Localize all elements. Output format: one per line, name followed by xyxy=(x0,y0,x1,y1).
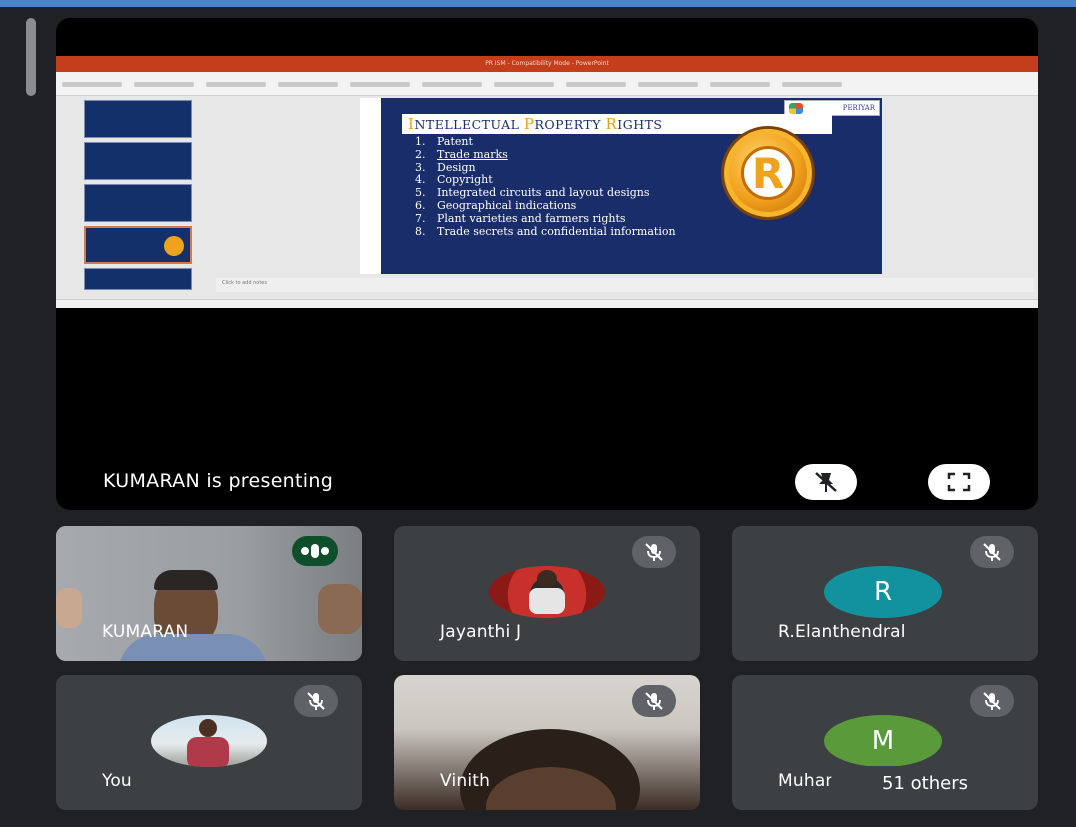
list-item-number: 6. xyxy=(415,198,426,212)
list-item-text: Geographical indications xyxy=(437,198,577,212)
shared-screen: PR ISM - Compatibility Mode - PowerPoint… xyxy=(56,56,1038,308)
participant-avatar-photo xyxy=(489,566,605,618)
list-item-text: Design xyxy=(437,160,476,174)
heading-accent-letter: R xyxy=(605,115,618,133)
participant-avatar-photo xyxy=(151,715,267,767)
registered-trademark-icon: R xyxy=(724,129,812,217)
powerpoint-ribbon xyxy=(56,72,1038,96)
slide-canvas: PERIYAR INTELLECTUAL PROPERTY RIGHTS 1. P… xyxy=(360,98,882,274)
mic-off-icon xyxy=(632,536,676,568)
participant-tile-jayanthi[interactable]: Jayanthi J xyxy=(394,526,700,661)
slide-thumbnail xyxy=(84,100,192,138)
powerpoint-title-bar: PR ISM - Compatibility Mode - PowerPoint xyxy=(56,56,1038,72)
speaking-indicator-icon xyxy=(292,536,338,566)
list-item-number: 2. xyxy=(415,147,426,161)
window-top-bar xyxy=(0,0,1076,7)
list-item-text: Patent xyxy=(437,135,473,148)
participant-tile-kumaran[interactable]: KUMARAN xyxy=(56,526,362,661)
slide-thumbnail xyxy=(84,184,192,222)
heading-accent-letter: P xyxy=(523,115,535,133)
slide-thumbnails xyxy=(78,98,216,294)
list-item-text: Trade marks xyxy=(437,147,508,161)
participant-tile-vinith[interactable]: Vinith xyxy=(394,675,700,810)
unpin-icon xyxy=(815,472,837,492)
slide-thumbnail-selected xyxy=(84,226,192,264)
fullscreen-button[interactable] xyxy=(928,464,990,500)
participant-name: Jayanthi J xyxy=(440,622,522,642)
participant-name: You xyxy=(102,771,132,791)
participant-name: R.Elanthendral xyxy=(778,622,906,642)
current-slide: PERIYAR INTELLECTUAL PROPERTY RIGHTS 1. P… xyxy=(381,98,882,274)
presenting-label: KUMARAN is presenting xyxy=(103,470,334,492)
participant-name: Vinith xyxy=(440,771,491,791)
heading-text: NTELLECTUAL xyxy=(414,117,524,132)
unpin-button[interactable] xyxy=(795,464,857,500)
others-count-button[interactable]: 51 others xyxy=(830,766,1020,802)
list-item-text: Plant varieties and farmers rights xyxy=(437,211,626,225)
participant-name: KUMARAN xyxy=(102,622,189,642)
slide-thumbnail xyxy=(84,142,192,180)
mic-off-icon xyxy=(970,685,1014,717)
powerpoint-status-bar xyxy=(56,299,1038,308)
list-item-text: Integrated circuits and layout designs xyxy=(437,186,650,200)
participant-initial-avatar: M xyxy=(824,715,942,767)
presentation-stage: PR ISM - Compatibility Mode - PowerPoint… xyxy=(56,18,1038,510)
list-item-text: Copyright xyxy=(437,173,493,187)
scroll-handle[interactable] xyxy=(26,18,36,96)
participant-tile-you[interactable]: You xyxy=(56,675,362,810)
list-item-number: 1. xyxy=(415,135,426,148)
participant-tile-elanthendral[interactable]: R R.Elanthendral xyxy=(732,526,1038,661)
list-item-number: 7. xyxy=(415,211,426,225)
participant-initial-avatar: R xyxy=(824,566,942,618)
list-item-number: 8. xyxy=(415,224,426,238)
heading-text: ROPERTY xyxy=(534,117,606,132)
slide-thumbnail xyxy=(84,268,192,290)
mic-off-icon xyxy=(970,536,1014,568)
heading-text: IGHTS xyxy=(617,117,663,132)
mic-off-icon xyxy=(632,685,676,717)
fullscreen-icon xyxy=(947,472,971,492)
list-item-text: Trade secrets and confidential informati… xyxy=(437,224,676,238)
mic-off-icon xyxy=(294,685,338,717)
notes-pane: Click to add notes xyxy=(216,278,1034,292)
slide-list-item: 8. Trade secrets and confidential informa… xyxy=(415,224,795,239)
